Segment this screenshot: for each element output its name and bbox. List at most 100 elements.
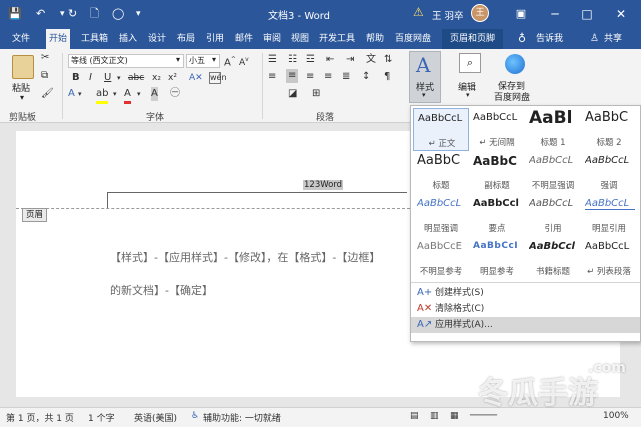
user-avatar[interactable]: 王 bbox=[471, 4, 489, 22]
underline-icon[interactable]: U bbox=[104, 71, 111, 85]
style-normal[interactable]: AaBbCcL ↵ 正文 bbox=[413, 108, 469, 151]
style-subtle-reference[interactable]: AaBbCcE 不明显参考 bbox=[413, 237, 469, 280]
tab-review[interactable]: 审阅 bbox=[263, 29, 281, 49]
apply-styles-item[interactable]: A↗ 应用样式(A)... bbox=[411, 317, 640, 333]
sort-icon[interactable]: ⇅ bbox=[384, 53, 392, 67]
multilevel-list-icon[interactable]: ☲ bbox=[306, 53, 315, 67]
save-icon[interactable]: 💾 bbox=[8, 6, 22, 22]
borders-icon[interactable]: ⊞ bbox=[312, 87, 320, 101]
bullets-icon[interactable]: ☰ bbox=[268, 53, 277, 67]
style-title[interactable]: AaBbC 标题 bbox=[413, 151, 469, 194]
grow-font-icon[interactable]: A^ bbox=[224, 53, 236, 70]
body-paragraph-2[interactable]: 的新文档】-【确定】 bbox=[110, 282, 213, 298]
tab-file[interactable]: 文件 bbox=[12, 29, 30, 49]
tab-toolbox[interactable]: 工具箱 bbox=[81, 29, 108, 49]
read-mode-icon[interactable]: ▥ bbox=[430, 411, 439, 421]
paste-clipboard-icon[interactable] bbox=[12, 55, 34, 79]
tab-insert[interactable]: 插入 bbox=[119, 29, 137, 49]
font-color-icon[interactable]: A bbox=[124, 87, 131, 104]
underline-dropdown-icon[interactable]: ▾ bbox=[117, 71, 121, 85]
minimize-button[interactable]: ─ bbox=[540, 0, 570, 29]
style-list-paragraph[interactable]: AaBbCcL ↵ 列表段落 bbox=[581, 237, 637, 280]
strikethrough-icon[interactable]: abc bbox=[128, 71, 144, 85]
line-spacing-icon[interactable]: ↕ bbox=[362, 70, 370, 84]
chinese-layout-icon[interactable]: 文 bbox=[366, 53, 376, 67]
tab-layout[interactable]: 布局 bbox=[177, 29, 195, 49]
tab-help[interactable]: 帮助 bbox=[366, 29, 384, 49]
font-size-dropdown-icon[interactable]: ▾ bbox=[212, 55, 216, 64]
align-center-icon[interactable]: ≡ bbox=[286, 69, 299, 83]
styles-icon[interactable]: A bbox=[416, 53, 430, 77]
styles-gallery-dropdown[interactable]: AaBbCcL ↵ 正文 AaBbCcL ↵ 无间隔 AaBl 标题 1 AaB… bbox=[410, 105, 641, 342]
style-heading-1[interactable]: AaBl 标题 1 bbox=[525, 108, 581, 151]
highlight-dropdown-icon[interactable]: ▾ bbox=[113, 87, 117, 101]
print-layout-icon[interactable]: ▦ bbox=[450, 411, 459, 421]
warning-icon[interactable]: ⚠ bbox=[413, 5, 427, 19]
subscript-icon[interactable]: x₂ bbox=[152, 71, 161, 85]
shape-circle-icon[interactable]: ◯ bbox=[112, 6, 124, 22]
copy-icon[interactable]: ⧉ bbox=[41, 69, 48, 83]
style-quote[interactable]: AaBbCcL 引用 bbox=[525, 194, 581, 237]
tab-references[interactable]: 引用 bbox=[206, 29, 224, 49]
decrease-indent-icon[interactable]: ⇤ bbox=[326, 53, 334, 67]
user-name[interactable]: 王 羽卒 bbox=[432, 8, 464, 22]
highlight-icon[interactable]: ab bbox=[96, 87, 109, 104]
editing-dropdown-icon[interactable]: ▾ bbox=[466, 91, 470, 99]
text-effects-dropdown-icon[interactable]: ▾ bbox=[78, 87, 82, 101]
baidu-cloud-icon[interactable] bbox=[505, 54, 525, 74]
cut-icon[interactable]: ✂ bbox=[41, 51, 49, 65]
tab-view[interactable]: 视图 bbox=[291, 29, 309, 49]
share-person-icon[interactable]: ♙ bbox=[590, 29, 599, 49]
justify-icon[interactable]: ≡ bbox=[324, 70, 332, 84]
maximize-button[interactable]: □ bbox=[572, 0, 602, 29]
align-left-icon[interactable]: ≡ bbox=[268, 70, 276, 84]
zoom-slider[interactable]: ───── bbox=[470, 411, 497, 421]
new-document-icon[interactable]: 🗋 bbox=[90, 6, 99, 22]
style-intense-quote[interactable]: AaBbCcL 明显引用 bbox=[581, 194, 637, 237]
style-subtle-emphasis[interactable]: AaBbCcL 不明显强调 bbox=[525, 151, 581, 194]
show-marks-icon[interactable]: ¶ bbox=[384, 70, 390, 84]
character-border-icon[interactable]: wén bbox=[209, 72, 227, 84]
style-no-spacing[interactable]: AaBbCcL ↵ 无间隔 bbox=[469, 108, 525, 151]
bold-icon[interactable]: B bbox=[72, 71, 80, 85]
style-emphasis[interactable]: AaBbCcL 强调 bbox=[581, 151, 637, 194]
tell-me-search[interactable]: 告诉我 bbox=[536, 29, 563, 49]
tab-header-footer[interactable]: 页眉和页脚 bbox=[442, 29, 504, 49]
customize-qat-icon[interactable]: ▾ bbox=[136, 6, 141, 22]
clear-formatting-icon[interactable]: A✕ bbox=[189, 71, 203, 85]
style-intense-reference[interactable]: AaBbCcI 明显参考 bbox=[469, 237, 525, 280]
align-right-icon[interactable]: ≡ bbox=[306, 70, 314, 84]
save-to-baidu-line2[interactable]: 百度网盘 bbox=[494, 90, 530, 103]
undo-dropdown-icon[interactable]: ▾ bbox=[60, 6, 65, 22]
font-name-combobox[interactable]: 等线 (西文正文) bbox=[68, 54, 184, 68]
style-intense-emphasis[interactable]: AaBbCcL 明显强调 bbox=[413, 194, 469, 237]
italic-icon[interactable]: I bbox=[89, 71, 92, 85]
paste-dropdown-icon[interactable]: ▾ bbox=[20, 93, 24, 102]
word-count[interactable]: 1 个字 bbox=[88, 411, 115, 424]
style-book-title[interactable]: AaBbCcl 书籍标题 bbox=[525, 237, 581, 280]
style-strong[interactable]: AaBbCcl 要点 bbox=[469, 194, 525, 237]
create-style-item[interactable]: A+ 创建样式(S) bbox=[411, 285, 640, 301]
zoom-level[interactable]: 100% bbox=[603, 411, 629, 421]
font-name-dropdown-icon[interactable]: ▾ bbox=[176, 55, 180, 64]
font-color-dropdown-icon[interactable]: ▾ bbox=[137, 87, 141, 101]
redo-icon[interactable]: ↻ bbox=[68, 6, 77, 22]
language[interactable]: 英语(美国) bbox=[134, 411, 177, 424]
body-paragraph-1[interactable]: 【样式】-【应用样式】-【修改】，在【格式】-【边框】 bbox=[110, 249, 380, 265]
find-magnifier-icon[interactable]: ⌕ bbox=[459, 53, 481, 73]
tab-mailings[interactable]: 邮件 bbox=[235, 29, 253, 49]
format-painter-icon[interactable]: 🖌 bbox=[41, 87, 54, 101]
tab-design[interactable]: 设计 bbox=[148, 29, 166, 49]
character-shading-icon[interactable]: A bbox=[151, 87, 158, 101]
focus-mode-icon[interactable]: ▤ bbox=[410, 411, 419, 421]
shading-icon[interactable]: ◪ bbox=[288, 87, 297, 101]
undo-icon[interactable]: ↶ bbox=[36, 6, 45, 22]
accessibility-icon[interactable]: ♿ bbox=[191, 411, 199, 421]
style-subtitle[interactable]: AaBbC 副标题 bbox=[469, 151, 525, 194]
ribbon-display-options-icon[interactable]: ▣ bbox=[506, 0, 536, 29]
tab-developer[interactable]: 开发工具 bbox=[319, 29, 355, 49]
clear-formatting-item[interactable]: A✕ 清除格式(C) bbox=[411, 301, 640, 317]
page-count[interactable]: 第 1 页，共 1 页 bbox=[6, 411, 74, 424]
style-heading-2[interactable]: AaBbC 标题 2 bbox=[581, 108, 637, 151]
share-button[interactable]: 共享 bbox=[604, 29, 622, 49]
